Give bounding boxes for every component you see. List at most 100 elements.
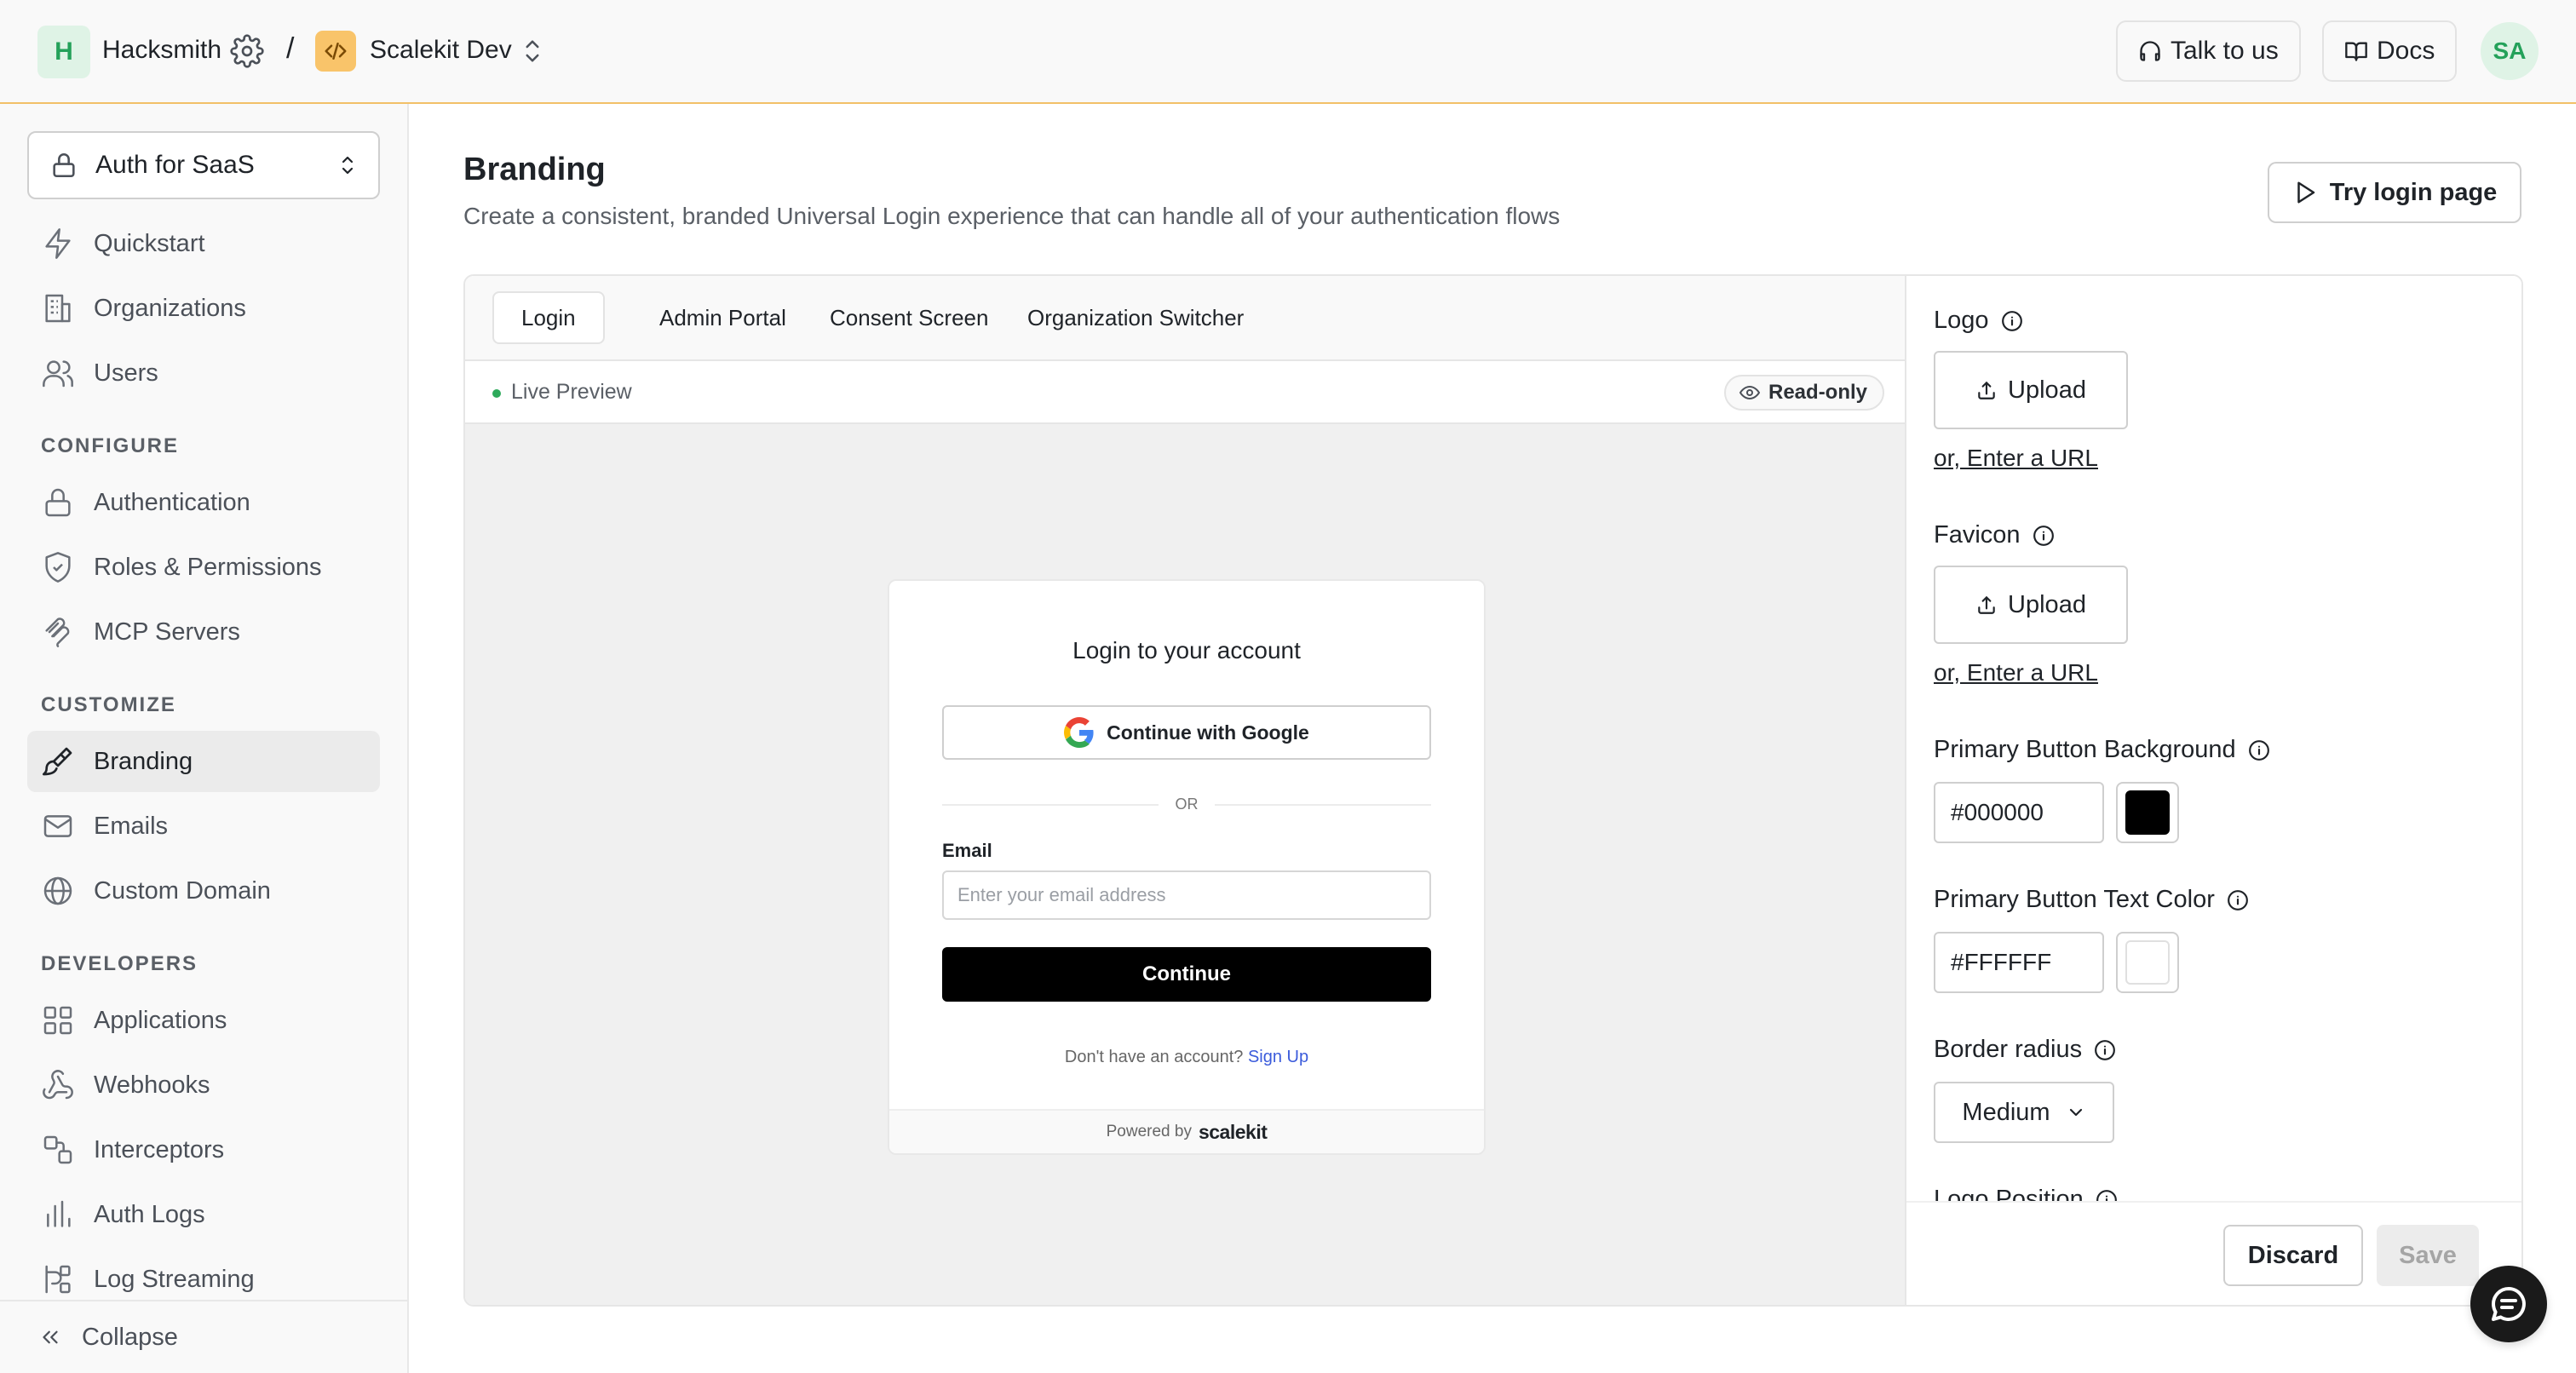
workspace-avatar[interactable]: H — [37, 26, 90, 78]
sign-up-link[interactable]: Sign Up — [1248, 1048, 1308, 1066]
live-status-dot — [492, 389, 501, 398]
bar-chart-icon — [41, 1198, 75, 1232]
or-divider: OR — [942, 794, 1431, 816]
powered-by-label: Powered by — [1106, 1123, 1192, 1140]
talk-to-us-button[interactable]: Talk to us — [2116, 20, 2301, 82]
info-icon[interactable] — [2001, 310, 2023, 332]
sidebar-item-branding[interactable]: Branding — [27, 731, 380, 792]
section-label-developers: DEVELOPERS — [41, 952, 198, 975]
lock-icon — [41, 485, 75, 520]
sidebar-item-applications[interactable]: Applications — [27, 990, 380, 1051]
upload-label: Upload — [2008, 590, 2086, 618]
page-subtitle: Create a consistent, branded Universal L… — [463, 203, 1561, 229]
email-field[interactable] — [942, 870, 1431, 920]
google-button-label: Continue with Google — [1107, 721, 1309, 744]
sidebar-item-label: Auth Logs — [94, 1200, 205, 1228]
section-label-customize: CUSTOMIZE — [41, 693, 176, 716]
sidebar-item-label: MCP Servers — [94, 618, 240, 646]
primary-bg-color-picker[interactable] — [2116, 782, 2179, 843]
read-only-label: Read-only — [1768, 381, 1868, 404]
grid-icon — [41, 1003, 75, 1037]
info-icon[interactable] — [2248, 739, 2270, 761]
workspace-name[interactable]: Hacksmith — [102, 36, 221, 65]
discard-button[interactable]: Discard — [2223, 1225, 2363, 1286]
info-icon[interactable] — [2096, 1189, 2118, 1201]
settings-column: Logo Upload or, Enter a URL Favicon Uplo… — [1906, 276, 2521, 1305]
live-preview-label: Live Preview — [511, 380, 632, 404]
try-login-label: Try login page — [2329, 178, 2498, 206]
top-bar: H Hacksmith / Scalekit Dev Talk to us Do… — [0, 0, 2576, 104]
collapse-label: Collapse — [82, 1323, 178, 1351]
continue-with-google-button[interactable]: Continue with Google — [942, 705, 1431, 760]
sidebar-item-interceptors[interactable]: Interceptors — [27, 1119, 380, 1181]
chat-support-button[interactable] — [2470, 1266, 2547, 1342]
stream-icon — [41, 1262, 75, 1296]
sidebar-item-roles-permissions[interactable]: Roles & Permissions — [27, 537, 380, 598]
collapse-button[interactable]: Collapse — [0, 1300, 407, 1373]
logo-upload-button[interactable]: Upload — [1934, 351, 2128, 429]
logo-position-label-text: Logo Position — [1934, 1186, 2084, 1201]
sidebar-item-mcp-servers[interactable]: MCP Servers — [27, 601, 380, 663]
tab-organization-switcher[interactable]: Organization Switcher — [1000, 291, 1271, 344]
tab-login[interactable]: Login — [492, 291, 605, 344]
section-label-configure: CONFIGURE — [41, 434, 179, 457]
code-icon[interactable] — [315, 31, 356, 72]
border-radius-label-text: Border radius — [1934, 1036, 2083, 1063]
no-account-text: Don't have an account? — [1064, 1048, 1244, 1066]
primary-text-field-label: Primary Button Text Color — [1934, 886, 2249, 914]
logo-enter-url-link[interactable]: or, Enter a URL — [1934, 445, 2098, 472]
primary-bg-hex-input[interactable] — [1934, 782, 2104, 843]
eye-icon — [1739, 382, 1760, 403]
sidebar-item-emails[interactable]: Emails — [27, 796, 380, 857]
favicon-upload-button[interactable]: Upload — [1934, 566, 2128, 644]
tab-bar: Login Admin Portal Consent Screen Organi… — [465, 276, 1905, 361]
tab-consent-screen[interactable]: Consent Screen — [802, 291, 1015, 344]
settings-scroll-area[interactable]: Logo Upload or, Enter a URL Favicon Uplo… — [1906, 276, 2521, 1201]
favicon-field-label: Favicon — [1934, 521, 2055, 549]
sidebar-item-webhooks[interactable]: Webhooks — [27, 1054, 380, 1116]
read-only-badge: Read-only — [1724, 375, 1885, 411]
sidebar-item-auth-logs[interactable]: Auth Logs — [27, 1184, 380, 1245]
gear-icon[interactable] — [230, 34, 264, 68]
upload-label: Upload — [2008, 376, 2086, 404]
sidebar-item-custom-domain[interactable]: Custom Domain — [27, 860, 380, 922]
user-avatar[interactable]: SA — [2481, 22, 2539, 80]
favicon-enter-url-link[interactable]: or, Enter a URL — [1934, 659, 2098, 686]
app-selector[interactable]: Auth for SaaS — [27, 131, 380, 199]
primary-text-hex-input[interactable] — [1934, 932, 2104, 993]
chevrons-left-icon — [37, 1324, 63, 1350]
info-icon[interactable] — [2094, 1039, 2116, 1061]
primary-bg-field-label: Primary Button Background — [1934, 736, 2270, 764]
sidebar-item-label: Webhooks — [94, 1071, 210, 1099]
docs-button[interactable]: Docs — [2322, 20, 2458, 82]
webhook-icon — [41, 1068, 75, 1102]
continue-button[interactable]: Continue — [942, 947, 1431, 1002]
color-swatch — [2125, 790, 2170, 835]
info-icon[interactable] — [2033, 525, 2055, 547]
chevron-updown-icon[interactable] — [520, 36, 545, 66]
sidebar-item-users[interactable]: Users — [27, 342, 380, 404]
sidebar-item-label: Roles & Permissions — [94, 553, 322, 581]
primary-text-color-picker[interactable] — [2116, 932, 2179, 993]
branding-panel: Login Admin Portal Consent Screen Organi… — [463, 274, 2523, 1307]
powered-by-footer: Powered by scalekit — [889, 1109, 1484, 1153]
sidebar-item-authentication[interactable]: Authentication — [27, 472, 380, 533]
divider-line — [1215, 804, 1431, 806]
try-login-page-button[interactable]: Try login page — [2268, 162, 2521, 223]
save-button[interactable]: Save — [2377, 1225, 2479, 1286]
info-icon[interactable] — [2227, 889, 2249, 911]
sidebar-item-label: Custom Domain — [94, 876, 271, 905]
environment-name[interactable]: Scalekit Dev — [370, 36, 512, 65]
sidebar-item-organizations[interactable]: Organizations — [27, 278, 380, 339]
sidebar-item-quickstart[interactable]: Quickstart — [27, 213, 380, 274]
sidebar-item-label: Organizations — [94, 294, 246, 322]
tab-admin-portal[interactable]: Admin Portal — [632, 291, 814, 344]
border-radius-select[interactable]: Medium — [1934, 1082, 2114, 1143]
sidebar-item-label: Branding — [94, 747, 193, 775]
sidebar-item-label: Quickstart — [94, 229, 205, 257]
logo-field-label: Logo — [1934, 307, 2023, 335]
sidebar-item-label: Emails — [94, 812, 169, 840]
google-icon — [1064, 717, 1095, 748]
primary-bg-label-text: Primary Button Background — [1934, 736, 2236, 763]
building-icon — [41, 291, 75, 325]
